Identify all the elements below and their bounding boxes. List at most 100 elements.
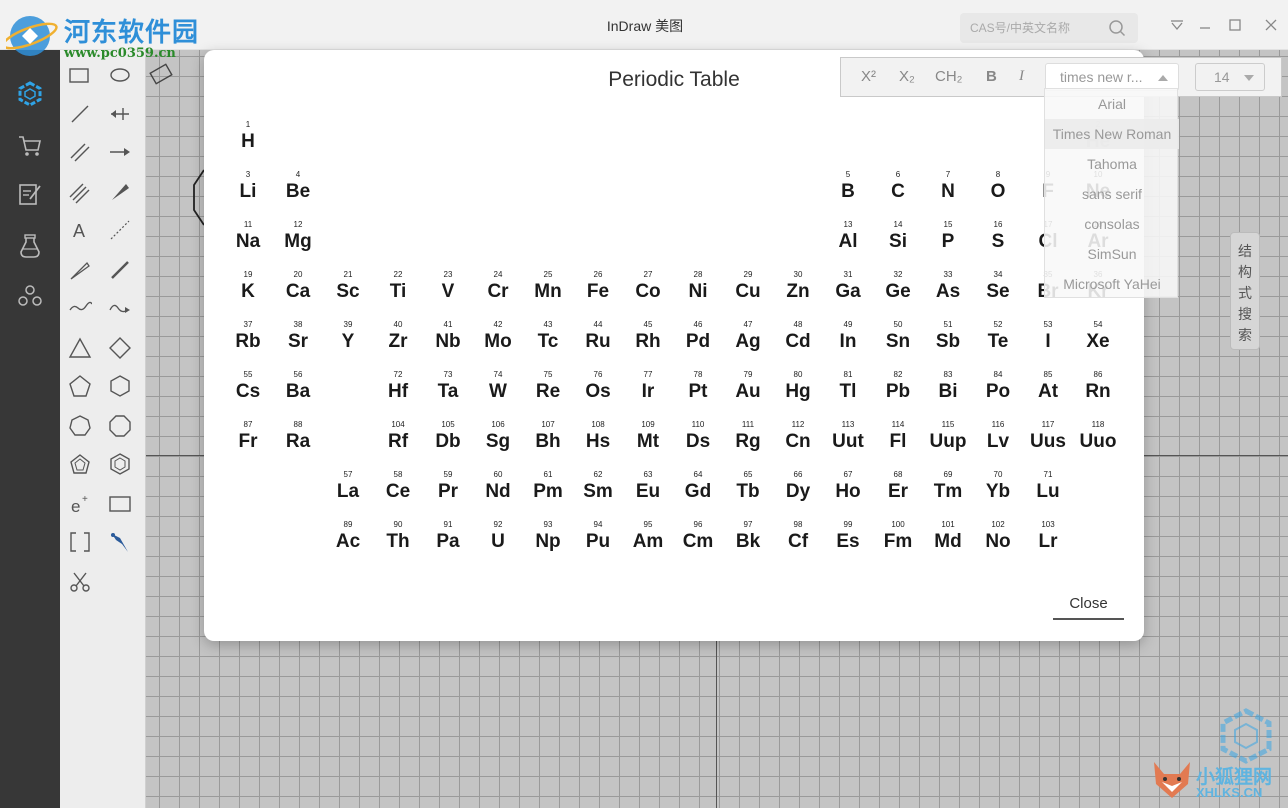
wedge-bond-icon[interactable]	[106, 178, 134, 206]
element-cell-uuo[interactable]: 118Uuo	[1073, 420, 1123, 470]
rect-select-icon[interactable]	[66, 62, 94, 90]
element-cell-fm[interactable]: 100Fm	[873, 520, 923, 570]
element-cell-s[interactable]: 16S	[973, 220, 1023, 270]
element-cell-bi[interactable]: 83Bi	[923, 370, 973, 420]
eraser-icon[interactable]	[138, 58, 198, 98]
element-cell-pb[interactable]: 82Pb	[873, 370, 923, 420]
element-cell-fe[interactable]: 26Fe	[573, 270, 623, 320]
element-cell-cn[interactable]: 112Cn	[773, 420, 823, 470]
element-cell-ta[interactable]: 73Ta	[423, 370, 473, 420]
element-cell-tl[interactable]: 81Tl	[823, 370, 873, 420]
element-cell-re[interactable]: 75Re	[523, 370, 573, 420]
square-ring-icon[interactable]	[106, 334, 134, 362]
maximize-icon[interactable]	[1226, 16, 1244, 34]
benzene-icon[interactable]	[106, 450, 134, 478]
element-cell-k[interactable]: 19K	[223, 270, 273, 320]
element-cell-sc[interactable]: 21Sc	[323, 270, 373, 320]
element-cell-nd[interactable]: 60Nd	[473, 470, 523, 520]
superscript-button[interactable]: X²	[861, 68, 876, 85]
element-cell-ni[interactable]: 28Ni	[673, 270, 723, 320]
element-cell-cf[interactable]: 98Cf	[773, 520, 823, 570]
element-cell-np[interactable]: 93Np	[523, 520, 573, 570]
font-option[interactable]: SimSun	[1045, 239, 1179, 269]
edit-note-icon[interactable]	[16, 180, 44, 208]
element-cell-te[interactable]: 52Te	[973, 320, 1023, 370]
element-cell-sn[interactable]: 50Sn	[873, 320, 923, 370]
italic-button[interactable]: I	[1019, 68, 1024, 85]
element-cell-po[interactable]: 84Po	[973, 370, 1023, 420]
ch2-button[interactable]: CH₂	[935, 68, 963, 85]
font-option[interactable]: consolas	[1045, 209, 1179, 239]
element-cell-ra[interactable]: 88Ra	[273, 420, 323, 470]
element-cell-yb[interactable]: 70Yb	[973, 470, 1023, 520]
element-cell-o[interactable]: 8O	[973, 170, 1023, 220]
element-cell-rh[interactable]: 45Rh	[623, 320, 673, 370]
element-cell-h[interactable]: 1H	[223, 120, 273, 170]
element-cell-er[interactable]: 68Er	[873, 470, 923, 520]
font-option[interactable]: Microsoft YaHei	[1045, 269, 1179, 299]
element-cell-au[interactable]: 79Au	[723, 370, 773, 420]
element-cell-ho[interactable]: 67Ho	[823, 470, 873, 520]
element-cell-sr[interactable]: 38Sr	[273, 320, 323, 370]
element-cell-al[interactable]: 13Al	[823, 220, 873, 270]
element-cell-mo[interactable]: 42Mo	[473, 320, 523, 370]
search-icon[interactable]	[1108, 19, 1126, 37]
element-cell-y[interactable]: 39Y	[323, 320, 373, 370]
triangle-ring-icon[interactable]	[66, 334, 94, 362]
font-option[interactable]: Arial	[1045, 89, 1179, 119]
element-cell-as[interactable]: 33As	[923, 270, 973, 320]
hash-bond-icon[interactable]	[106, 216, 134, 244]
rectangle-shape-icon[interactable]	[106, 490, 134, 518]
element-cell-pu[interactable]: 94Pu	[573, 520, 623, 570]
element-cell-bk[interactable]: 97Bk	[723, 520, 773, 570]
element-cell-uut[interactable]: 113Uut	[823, 420, 873, 470]
text-tool-icon[interactable]: A	[66, 216, 94, 244]
element-cell-ga[interactable]: 31Ga	[823, 270, 873, 320]
close-button[interactable]: Close	[1053, 595, 1124, 620]
double-bond-icon[interactable]	[66, 138, 94, 166]
element-cell-sm[interactable]: 62Sm	[573, 470, 623, 520]
single-bond-icon[interactable]	[66, 100, 94, 128]
element-cell-hg[interactable]: 80Hg	[773, 370, 823, 420]
bird-template-icon[interactable]	[106, 528, 134, 556]
element-cell-bh[interactable]: 107Bh	[523, 420, 573, 470]
wavy-bond-icon[interactable]	[66, 294, 94, 322]
element-cell-ba[interactable]: 56Ba	[273, 370, 323, 420]
element-cell-c[interactable]: 6C	[873, 170, 923, 220]
element-cell-in[interactable]: 49In	[823, 320, 873, 370]
element-cell-uup[interactable]: 115Uup	[923, 420, 973, 470]
bold-wedge-icon[interactable]	[66, 256, 94, 284]
flask-icon[interactable]	[16, 232, 44, 260]
element-cell-pr[interactable]: 59Pr	[423, 470, 473, 520]
bold-button[interactable]: B	[986, 68, 997, 85]
element-cell-ds[interactable]: 110Ds	[673, 420, 723, 470]
cyclopentadiene-icon[interactable]	[66, 450, 94, 478]
element-cell-ac[interactable]: 89Ac	[323, 520, 373, 570]
element-cell-cu[interactable]: 29Cu	[723, 270, 773, 320]
dropdown-menu-icon[interactable]	[1168, 16, 1186, 34]
element-cell-n[interactable]: 7N	[923, 170, 973, 220]
arrow-icon[interactable]	[106, 138, 134, 166]
element-cell-tb[interactable]: 65Tb	[723, 470, 773, 520]
element-cell-db[interactable]: 105Db	[423, 420, 473, 470]
element-cell-pd[interactable]: 46Pd	[673, 320, 723, 370]
element-cell-cd[interactable]: 48Cd	[773, 320, 823, 370]
element-cell-v[interactable]: 23V	[423, 270, 473, 320]
element-cell-u[interactable]: 92U	[473, 520, 523, 570]
element-cell-cs[interactable]: 55Cs	[223, 370, 273, 420]
element-cell-no[interactable]: 102No	[973, 520, 1023, 570]
element-cell-lv[interactable]: 116Lv	[973, 420, 1023, 470]
element-cell-si[interactable]: 14Si	[873, 220, 923, 270]
element-cell-hs[interactable]: 108Hs	[573, 420, 623, 470]
bold-bond-icon[interactable]	[106, 256, 134, 284]
element-cell-pt[interactable]: 78Pt	[673, 370, 723, 420]
element-cell-i[interactable]: 53I	[1023, 320, 1073, 370]
structure-hexagon-icon[interactable]	[16, 80, 44, 108]
pentagon-ring-icon[interactable]	[66, 372, 94, 400]
element-cell-co[interactable]: 27Co	[623, 270, 673, 320]
heptagon-ring-icon[interactable]	[66, 412, 94, 440]
element-cell-ag[interactable]: 47Ag	[723, 320, 773, 370]
element-cell-ti[interactable]: 22Ti	[373, 270, 423, 320]
element-cell-li[interactable]: 3Li	[223, 170, 273, 220]
font-size-select[interactable]: 14	[1195, 63, 1265, 91]
